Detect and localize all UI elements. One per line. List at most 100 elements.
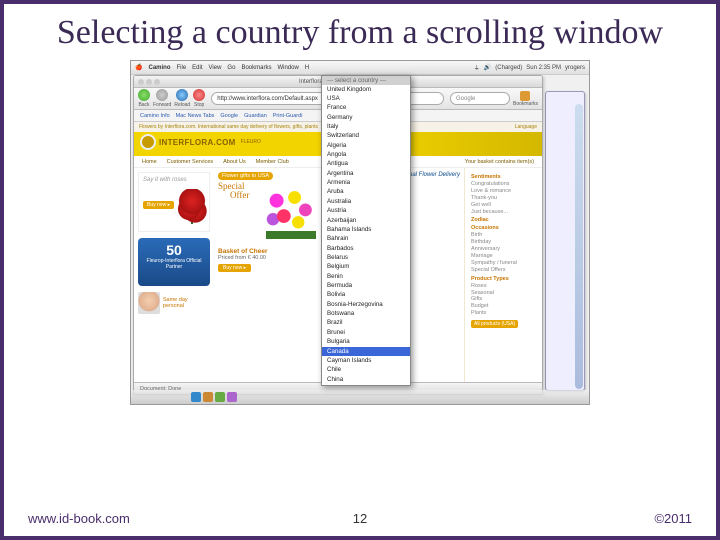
stop-button[interactable]: Stop — [193, 89, 205, 108]
dropdown-option[interactable]: Bahama Islands — [322, 225, 410, 234]
nav-customer-services[interactable]: Customer Services — [167, 159, 213, 165]
dock-icon[interactable] — [227, 392, 237, 402]
basket-status[interactable]: Your basket contains item(s) — [465, 159, 534, 165]
buy-now-button[interactable]: Buy now ▸ — [218, 264, 251, 272]
all-products-button[interactable]: All products (USA) — [471, 320, 518, 328]
forward-button[interactable]: Forward — [153, 89, 171, 108]
dropdown-option[interactable]: United Kingdom — [322, 85, 410, 94]
dropdown-option[interactable]: France — [322, 104, 410, 113]
dock-icon[interactable] — [215, 392, 225, 402]
sidebar-link[interactable]: Plants — [471, 310, 536, 317]
menu-window[interactable]: Window — [277, 65, 298, 71]
menu-bookmarks[interactable]: Bookmarks — [241, 65, 271, 71]
reload-button[interactable]: Reload — [174, 89, 190, 108]
bookmark-item[interactable]: Camino Info — [140, 113, 170, 119]
sidebar-link[interactable]: Budget — [471, 303, 536, 310]
dropdown-option[interactable]: Italy — [322, 122, 410, 131]
nav-home[interactable]: Home — [142, 159, 157, 165]
dropdown-option[interactable]: Botswana — [322, 310, 410, 319]
bookmark-item[interactable]: Google — [220, 113, 238, 119]
dock-icon[interactable] — [191, 392, 201, 402]
close-icon[interactable] — [138, 79, 144, 85]
sidebar-link[interactable]: Birth — [471, 232, 536, 239]
dropdown-option[interactable]: Germany — [322, 113, 410, 122]
nav-member-club[interactable]: Member Club — [256, 159, 289, 165]
bookmarks-button[interactable]: Bookmarks — [513, 91, 538, 107]
sidebar-link[interactable]: Roses — [471, 283, 536, 290]
dropdown-option[interactable]: Bolivia — [322, 291, 410, 300]
country-select-dropdown[interactable]: --- select a country --- United KingdomU… — [321, 75, 411, 386]
user-name[interactable]: yrogers — [565, 65, 585, 71]
roses-promo: Say it with roses Buy now ▸ — [138, 172, 210, 232]
language-link[interactable]: Language — [515, 122, 537, 132]
menubar-app[interactable]: Camino — [148, 65, 170, 71]
dropdown-option[interactable]: Azerbaijan — [322, 216, 410, 225]
dropdown-option[interactable]: Brazil — [322, 319, 410, 328]
sidebar-link[interactable]: Love & romance — [471, 188, 536, 195]
menu-go[interactable]: Go — [227, 65, 235, 71]
bookmarks-label: Bookmarks — [513, 101, 538, 107]
dropdown-option[interactable]: Bosnia-Herzegovina — [322, 300, 410, 309]
dropdown-option[interactable]: Armenia — [322, 179, 410, 188]
dropdown-option[interactable]: Algeria — [322, 141, 410, 150]
search-input[interactable]: Google — [450, 92, 510, 105]
sidebar-link[interactable]: Congratulations — [471, 181, 536, 188]
dropdown-option[interactable]: Austria — [322, 207, 410, 216]
bookmark-item[interactable]: Print-Guardi — [273, 113, 303, 119]
wifi-icon[interactable]: ⏚ — [474, 63, 480, 72]
flower-gifts-pill[interactable]: Flower gifts to USA — [218, 172, 273, 180]
nav-about[interactable]: About Us — [223, 159, 246, 165]
dropdown-option[interactable]: Aruba — [322, 188, 410, 197]
menu-view[interactable]: View — [209, 65, 222, 71]
menu-file[interactable]: File — [177, 65, 187, 71]
dropdown-option[interactable]: USA — [322, 94, 410, 103]
dropdown-option[interactable]: Australia — [322, 197, 410, 206]
dock-icon[interactable] — [203, 392, 213, 402]
dropdown-option[interactable]: Argentina — [322, 169, 410, 178]
sidebar-link[interactable]: Marriage — [471, 253, 536, 260]
dropdown-option[interactable]: Belgium — [322, 263, 410, 272]
menu-help[interactable]: H — [305, 65, 309, 71]
dropdown-option[interactable]: Switzerland — [322, 132, 410, 141]
dropdown-option[interactable]: Belarus — [322, 253, 410, 262]
minimize-icon[interactable] — [146, 79, 152, 85]
dropdown-option[interactable]: Bulgaria — [322, 338, 410, 347]
back-button[interactable]: Back — [138, 89, 150, 108]
dock[interactable] — [131, 390, 589, 404]
bookmark-item[interactable]: Guardian — [244, 113, 267, 119]
dropdown-option[interactable]: Angola — [322, 151, 410, 160]
dropdown-option[interactable]: Benin — [322, 272, 410, 281]
sidebar-link[interactable]: Special Offers — [471, 267, 536, 274]
dropdown-option[interactable]: Bahrain — [322, 235, 410, 244]
buy-now-label: Buy now — [147, 202, 166, 208]
sidebar-link[interactable]: Get well — [471, 202, 536, 209]
dropdown-option[interactable]: Chile — [322, 366, 410, 375]
dropdown-option[interactable]: Canada — [322, 347, 410, 356]
sidebar-link[interactable]: Birthday — [471, 239, 536, 246]
volume-icon[interactable]: 🔊 — [484, 64, 491, 71]
dropdown-option[interactable]: Antigua — [322, 160, 410, 169]
sidebar-link[interactable]: Anniversary — [471, 246, 536, 253]
sidebar-link[interactable]: Just because... — [471, 209, 536, 216]
scrollbar[interactable] — [575, 104, 583, 389]
dropdown-option[interactable]: China — [322, 375, 410, 384]
dropdown-option[interactable]: Cayman Islands — [322, 356, 410, 365]
bookmark-item[interactable]: Mac News Tabs — [176, 113, 215, 119]
menu-edit[interactable]: Edit — [192, 65, 202, 71]
sidebar-link[interactable]: Gifts — [471, 296, 536, 303]
dropdown-option[interactable]: Brunei — [322, 328, 410, 337]
dropdown-option[interactable]: Bermuda — [322, 282, 410, 291]
same-day-promo[interactable]: Same day personal — [138, 292, 210, 314]
occasions-heading: Occasions — [471, 225, 536, 231]
sidebar-link[interactable]: Sympathy / funeral — [471, 260, 536, 267]
person-image — [138, 292, 160, 314]
slide-title: Selecting a country from a scrolling win… — [4, 4, 716, 60]
clock: Sun 2:35 PM — [526, 65, 561, 71]
sidebar-link[interactable]: Thank-you — [471, 195, 536, 202]
buy-now-button[interactable]: Buy now ▸ — [143, 201, 174, 209]
sidebar-link[interactable]: Seasonal — [471, 290, 536, 297]
stop-icon — [193, 89, 205, 101]
dropdown-option[interactable]: Barbados — [322, 244, 410, 253]
zoom-icon[interactable] — [154, 79, 160, 85]
apple-menu-icon[interactable]: 🍎 — [135, 64, 142, 71]
